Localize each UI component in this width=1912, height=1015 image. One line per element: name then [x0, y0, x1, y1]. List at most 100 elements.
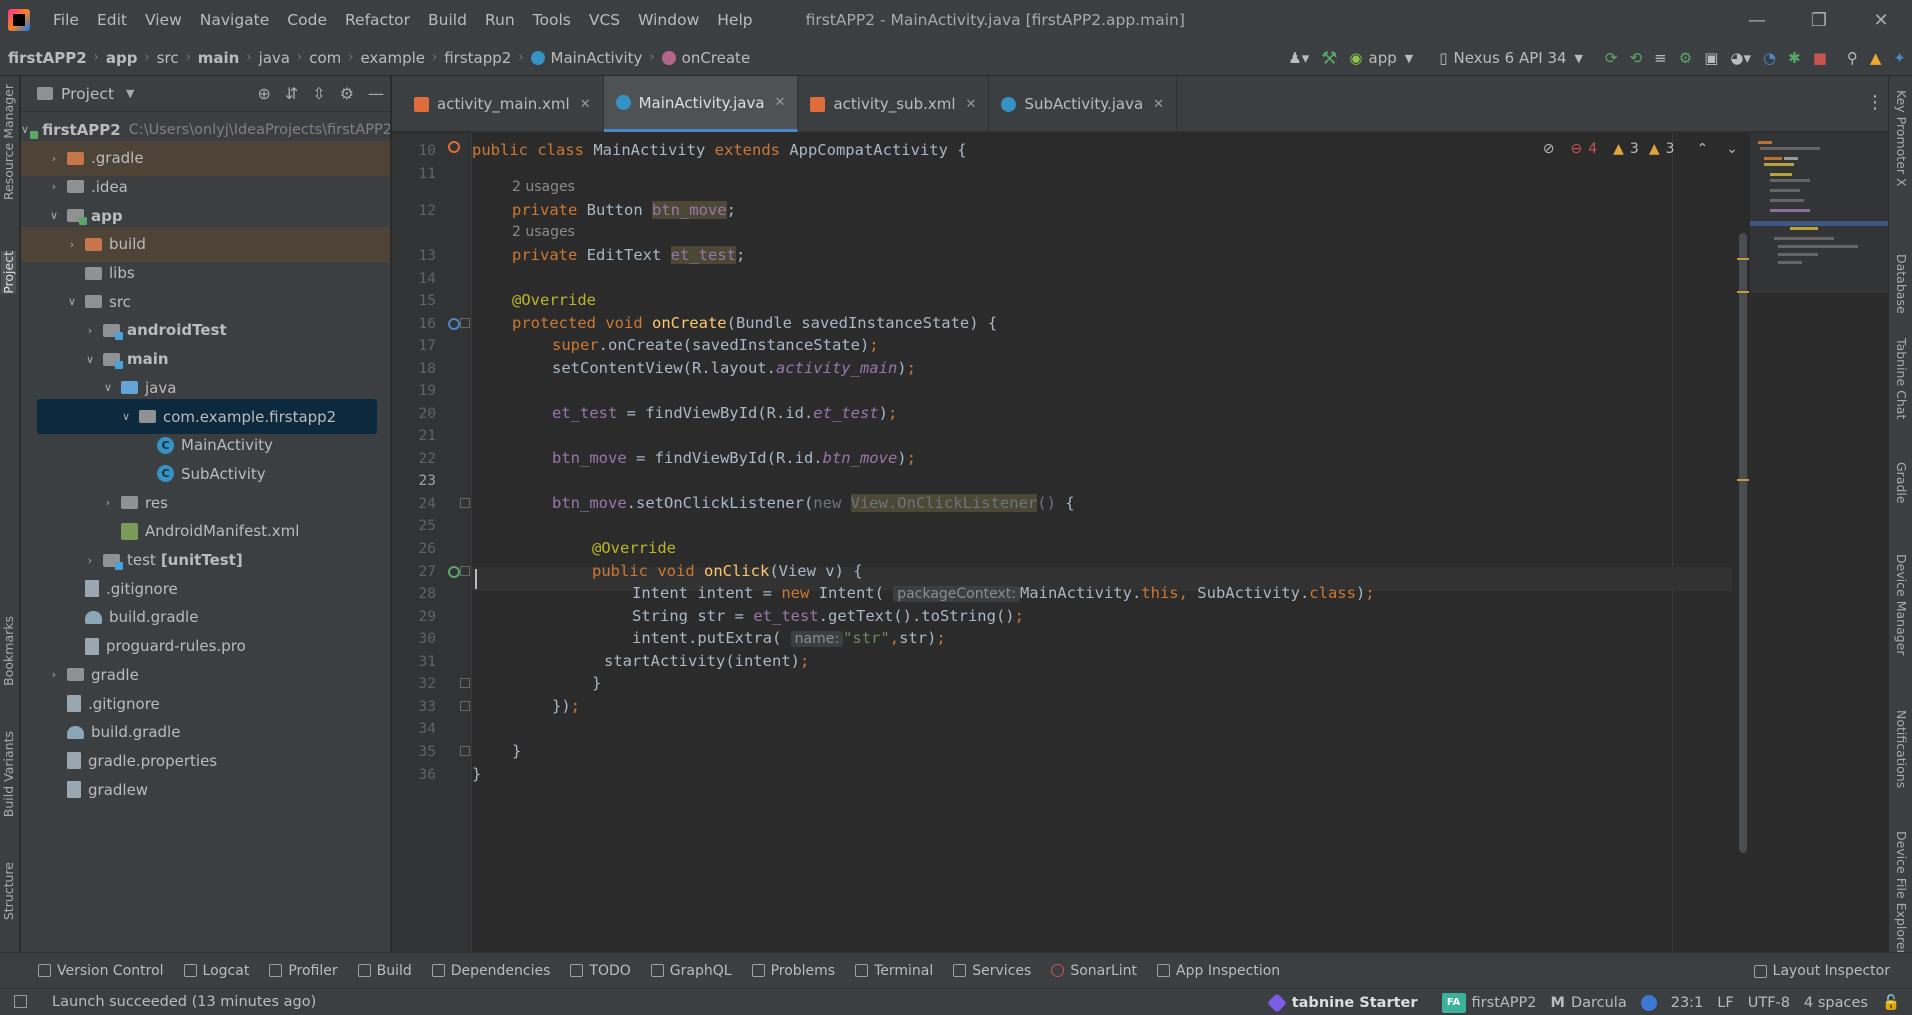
- fold-icon[interactable]: [460, 701, 470, 711]
- editor-tab[interactable]: activity_sub.xml ✕: [798, 76, 990, 132]
- toolwindow-problems[interactable]: Problems: [742, 953, 846, 989]
- caret-position[interactable]: 23:1: [1671, 995, 1704, 1011]
- line-number[interactable]: 9: [392, 133, 436, 135]
- toolwindow-version-control[interactable]: Version Control: [0, 953, 174, 989]
- toolwindow-sonarlint[interactable]: SonarLint: [1041, 953, 1147, 989]
- menu-tools[interactable]: Tools: [524, 0, 580, 40]
- rerun-icon[interactable]: ⟳: [1599, 45, 1624, 71]
- toolwindow-todo[interactable]: TODO: [560, 953, 640, 989]
- line-number[interactable]: 23: [392, 473, 436, 489]
- chevron-down-icon[interactable]: ∨: [83, 353, 97, 366]
- menu-file[interactable]: File: [44, 0, 88, 40]
- collapse-all-icon[interactable]: ⇳: [312, 84, 325, 103]
- line-number[interactable]: 13: [392, 248, 436, 264]
- line-number[interactable]: 34: [392, 721, 436, 737]
- run-config-select[interactable]: ◉ app ▼: [1343, 45, 1419, 71]
- editor-tab[interactable]: activity_main.xml ✕: [402, 76, 604, 132]
- previous-highlight-icon[interactable]: ⌃: [1697, 141, 1709, 157]
- search-icon[interactable]: ⚲: [1841, 45, 1864, 71]
- fold-icon[interactable]: [460, 318, 470, 328]
- locate-file-icon[interactable]: ⊕: [257, 84, 270, 103]
- menu-vcs[interactable]: VCS: [580, 0, 629, 40]
- breadcrumb-item[interactable]: com: [309, 49, 341, 67]
- close-tab-icon[interactable]: ✕: [1153, 97, 1164, 112]
- project-widget[interactable]: FA firstAPP2: [1441, 992, 1537, 1013]
- stripe-project[interactable]: Project: [1, 251, 16, 294]
- breadcrumb-item[interactable]: example: [360, 49, 425, 67]
- menu-view[interactable]: View: [136, 0, 191, 40]
- line-number[interactable]: 25: [392, 518, 436, 534]
- toolwindow-app-inspection[interactable]: App Inspection: [1147, 953, 1290, 989]
- chevron-right-icon[interactable]: ›: [47, 152, 61, 165]
- line-number[interactable]: 12: [392, 203, 436, 219]
- toolwindow-services[interactable]: Services: [943, 953, 1041, 989]
- stripe-gradle[interactable]: Gradle: [1894, 462, 1909, 504]
- hide-eye-icon[interactable]: ⊘: [1543, 141, 1555, 157]
- file-encoding[interactable]: UTF-8: [1748, 995, 1790, 1011]
- menu-edit[interactable]: Edit: [88, 0, 136, 40]
- menu-build[interactable]: Build: [419, 0, 476, 40]
- line-number[interactable]: 19: [392, 383, 436, 399]
- theme-widget[interactable]: M Darcula: [1551, 995, 1627, 1011]
- line-number[interactable]: 10: [392, 143, 436, 159]
- inspection-widget[interactable]: ⊘ ⊖ 4 ▲ 3 ▲ 3 ⌃ ⌄: [1543, 141, 1738, 157]
- profiler-icon[interactable]: ◔: [1757, 45, 1782, 71]
- close-tab-icon[interactable]: ✕: [966, 97, 977, 112]
- debug-icon[interactable]: ⚙: [1673, 45, 1698, 71]
- fold-icon[interactable]: [460, 566, 470, 576]
- usages-hint[interactable]: 2 usages: [512, 224, 575, 240]
- memory-indicator-icon[interactable]: [1640, 994, 1657, 1011]
- breadcrumb-item[interactable]: firstAPP2: [8, 49, 87, 67]
- override-marker-icon[interactable]: [448, 318, 460, 330]
- breadcrumb-item[interactable]: onCreate: [661, 49, 750, 67]
- code-minimap[interactable]: [1750, 133, 1888, 293]
- menu-navigate[interactable]: Navigate: [191, 0, 279, 40]
- chevron-right-icon[interactable]: ›: [101, 496, 115, 509]
- chevron-down-icon[interactable]: ∨: [21, 123, 29, 136]
- stripe-notifications[interactable]: Notifications: [1894, 710, 1909, 788]
- line-number[interactable]: 36: [392, 767, 436, 783]
- line-number[interactable]: 35: [392, 744, 436, 760]
- minimize-icon[interactable]: —: [1726, 0, 1788, 40]
- expand-all-icon[interactable]: ⇵: [285, 84, 298, 103]
- lock-icon[interactable]: 🔓: [1882, 994, 1900, 1011]
- chevron-right-icon[interactable]: ›: [83, 324, 97, 337]
- coverage-icon[interactable]: ◕▾: [1724, 45, 1757, 71]
- toolwindow-dependencies[interactable]: Dependencies: [422, 953, 561, 989]
- stripe-build-variants[interactable]: Build Variants: [1, 731, 16, 817]
- chevron-down-icon[interactable]: ∨: [65, 295, 79, 308]
- attach-debugger-icon[interactable]: ▣: [1698, 45, 1724, 71]
- fold-icon[interactable]: [460, 678, 470, 688]
- line-number[interactable]: 26: [392, 541, 436, 557]
- line-number[interactable]: 22: [392, 451, 436, 467]
- menu-refactor[interactable]: Refactor: [336, 0, 419, 40]
- line-separator[interactable]: LF: [1717, 995, 1733, 1011]
- line-number[interactable]: 27: [392, 564, 436, 580]
- stripe-device-file-explorer[interactable]: Device File Explorer: [1894, 831, 1909, 955]
- indent-setting[interactable]: 4 spaces: [1804, 995, 1868, 1011]
- toolwindow-profiler[interactable]: Profiler: [259, 953, 347, 989]
- gemini-icon[interactable]: ✦: [1887, 45, 1912, 71]
- line-number[interactable]: 29: [392, 609, 436, 625]
- chevron-down-icon[interactable]: ▼: [126, 87, 134, 100]
- breadcrumb-item[interactable]: MainActivity: [530, 49, 642, 67]
- line-number[interactable]: 14: [392, 271, 436, 287]
- line-number[interactable]: 18: [392, 361, 436, 377]
- stripe-resource-manager[interactable]: Resource Manager: [1, 84, 16, 200]
- usages-hint[interactable]: 2 usages: [512, 179, 575, 195]
- line-number[interactable]: 28: [392, 586, 436, 602]
- apply-changes-icon[interactable]: ⟲: [1624, 45, 1649, 71]
- stripe-database[interactable]: Database: [1894, 254, 1909, 314]
- menu-window[interactable]: Window: [629, 0, 708, 40]
- gear-icon[interactable]: ⚙: [340, 84, 354, 103]
- stripe-structure[interactable]: Structure: [1, 862, 16, 920]
- tabnine-status[interactable]: tabnine Starter: [1266, 992, 1418, 1013]
- breadcrumb-item[interactable]: java: [259, 49, 290, 67]
- code-editor[interactable]: 9 10 11 12 13 14 15 16 17 18 19 20 21 22 23 24 25 26 27 28 2…: [392, 133, 1888, 952]
- fold-icon[interactable]: [460, 498, 470, 508]
- layout-xml-marker-icon[interactable]: [448, 141, 460, 153]
- project-view-title[interactable]: Project: [61, 85, 114, 103]
- stop-icon[interactable]: ■: [1807, 45, 1833, 71]
- chevron-down-icon[interactable]: ∨: [47, 209, 61, 222]
- line-number[interactable]: 17: [392, 338, 436, 354]
